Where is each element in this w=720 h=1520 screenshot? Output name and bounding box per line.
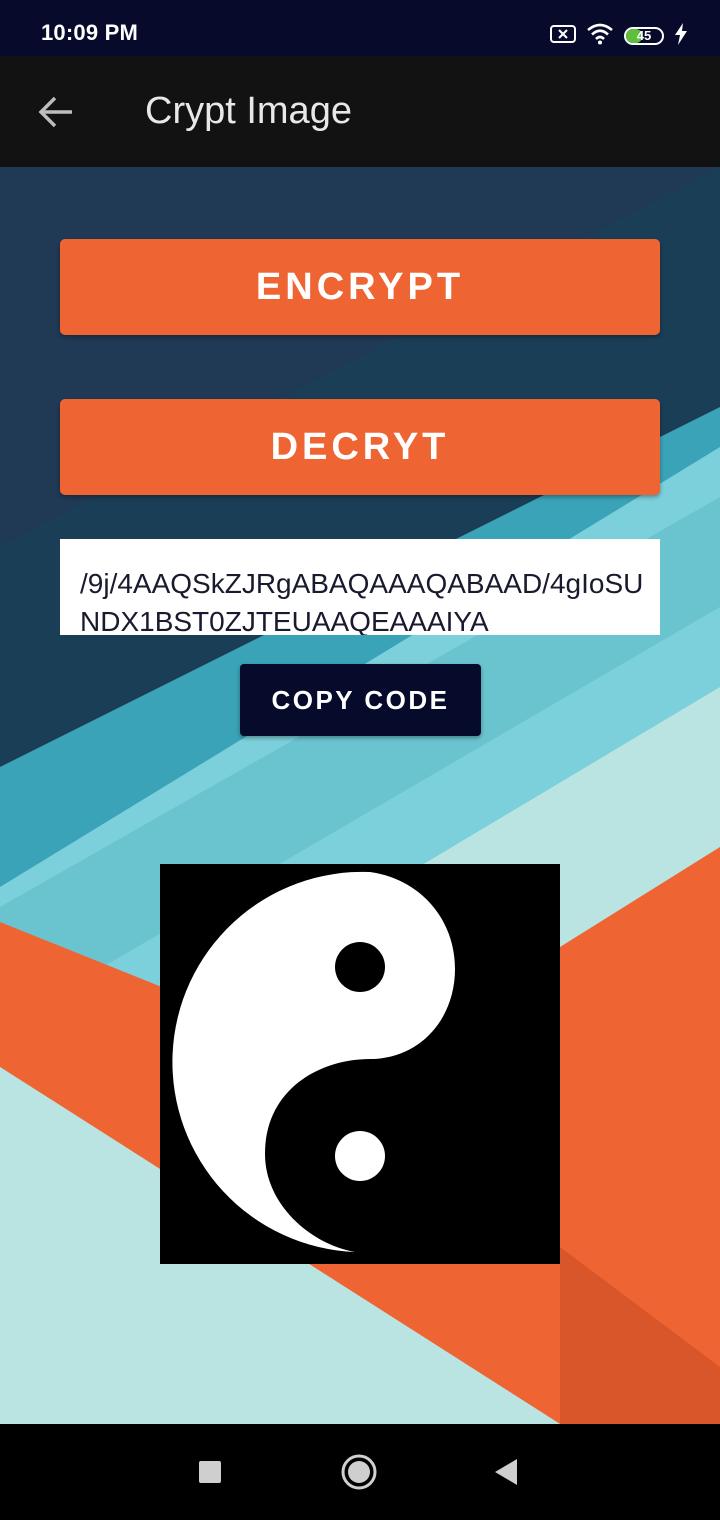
home-circle-icon bbox=[341, 1454, 377, 1490]
app-screen: 10:09 PM 45 Crypt Image ENCRYPT DECRYT /… bbox=[0, 0, 720, 1520]
page-title: Crypt Image bbox=[145, 90, 352, 132]
battery-icon: 45 bbox=[624, 27, 664, 45]
sim-blocked-icon bbox=[550, 24, 576, 49]
system-nav-bar bbox=[0, 1424, 720, 1520]
yin-yang-image bbox=[160, 864, 560, 1264]
back-button[interactable] bbox=[24, 80, 88, 144]
arrow-back-icon bbox=[38, 96, 72, 128]
battery-level: 45 bbox=[636, 28, 652, 43]
encrypt-button[interactable]: ENCRYPT bbox=[60, 239, 660, 335]
decrypt-button[interactable]: DECRYT bbox=[60, 399, 660, 495]
app-bar: Crypt Image bbox=[0, 56, 720, 167]
charging-icon bbox=[674, 22, 688, 50]
wifi-icon bbox=[586, 23, 614, 50]
image-preview bbox=[160, 864, 560, 1264]
status-time: 10:09 PM bbox=[41, 20, 138, 45]
encoded-text-field[interactable]: /9j/4AAQSkZJRgABAQAAAQABAAD/4gIoSUNDX1BS… bbox=[60, 539, 660, 635]
nav-back-button[interactable] bbox=[478, 1444, 534, 1500]
status-icons: 45 bbox=[550, 22, 688, 50]
home-button[interactable] bbox=[331, 1444, 387, 1500]
copy-code-button[interactable]: COPY CODE bbox=[240, 664, 481, 736]
recents-square-icon bbox=[199, 1461, 221, 1483]
recents-button[interactable] bbox=[182, 1444, 238, 1500]
back-triangle-icon bbox=[495, 1459, 517, 1485]
status-bar: 10:09 PM 45 bbox=[0, 0, 720, 56]
